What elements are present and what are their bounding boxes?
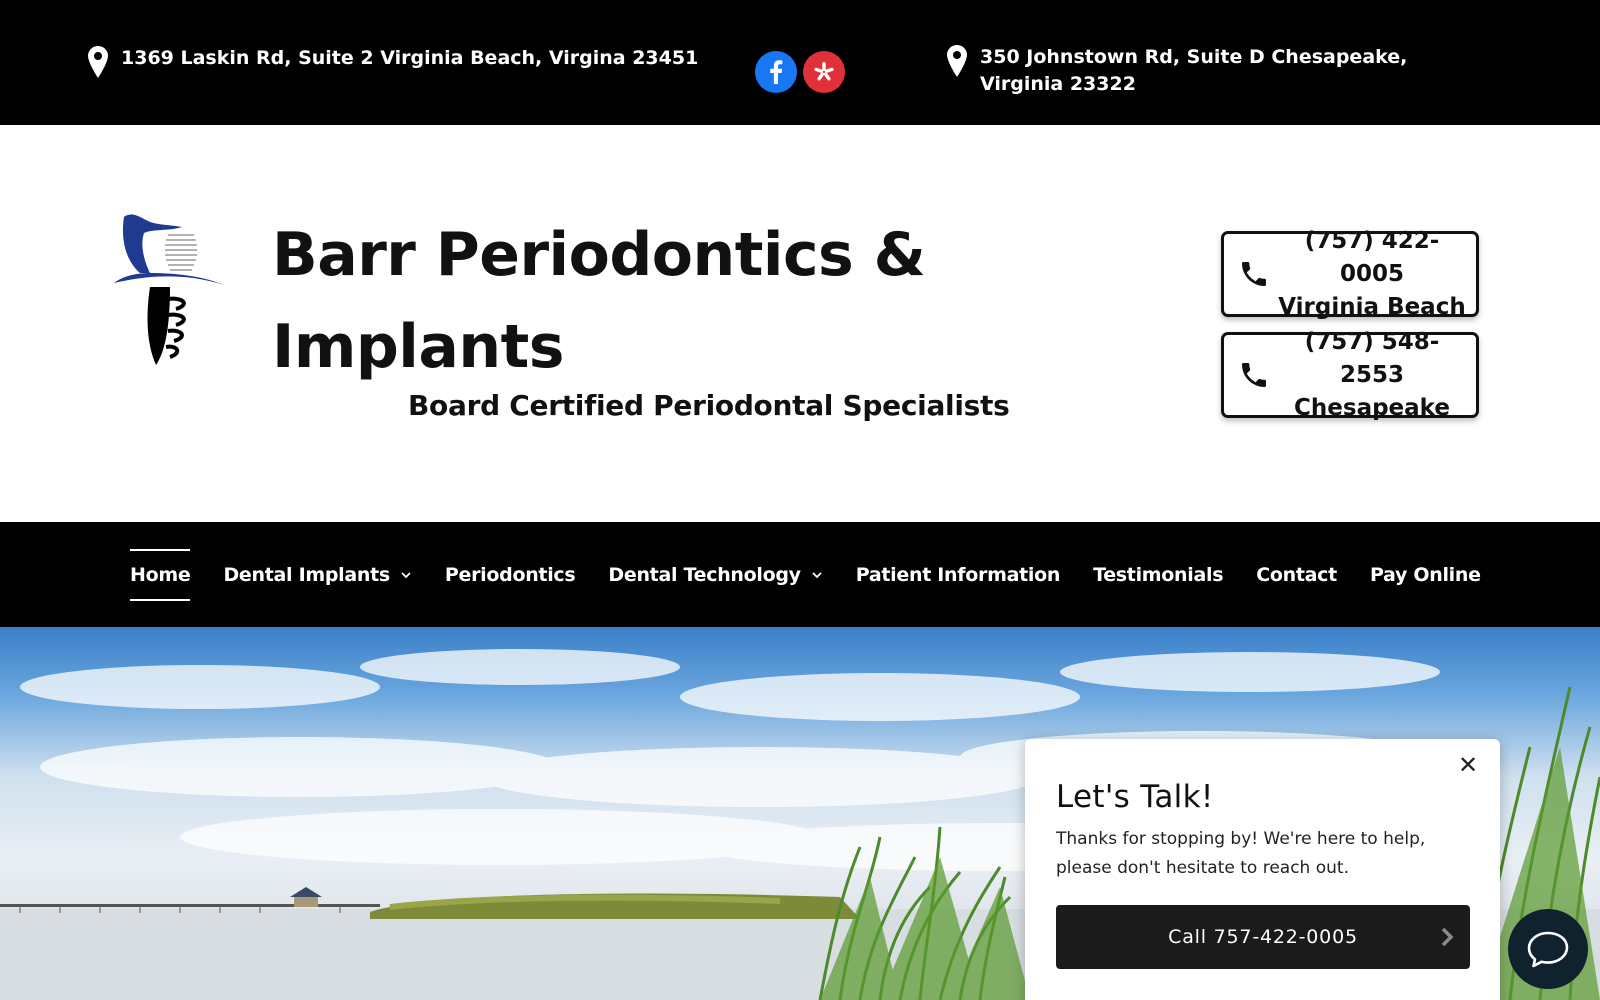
nav-label: Pay Online [1369, 563, 1481, 586]
nav-item-home[interactable]: Home [130, 548, 191, 601]
call-button-label: Call 757-422-0005 [1168, 926, 1358, 948]
nav-label: Dental Technology [608, 563, 801, 586]
chat-message: Thanks for stopping by! We're here to he… [1056, 829, 1426, 878]
phone-location: Chesapeake [1294, 394, 1450, 421]
address-text: 1369 Laskin Rd, Suite 2 Virginia Beach, … [121, 47, 699, 69]
brand-subtitle: Board Certified Periodontal Specialists [408, 389, 1010, 422]
nav-label: Home [130, 563, 191, 586]
nav-label: Periodontics [444, 563, 576, 586]
facebook-icon [770, 60, 783, 84]
chat-popup: ✕ Let's Talk! Thanks for stopping by! We… [1025, 739, 1500, 1000]
address-text: 350 Johnstown Rd, Suite D Chesapeake, Vi… [980, 46, 1408, 95]
phone-icon [1242, 363, 1266, 387]
nav-item-periodontics[interactable]: Periodontics [445, 549, 576, 601]
tooth-implant-logo[interactable] [110, 203, 230, 373]
phone-text: (757) 548-2553 Chesapeake [1274, 326, 1476, 425]
yelp-button[interactable] [803, 51, 845, 93]
phone-location: Virginia Beach [1278, 293, 1466, 320]
chat-bubble-icon [1527, 931, 1569, 968]
phone-text: (757) 422-0005 Virginia Beach [1274, 225, 1476, 324]
nav-item-contact[interactable]: Contact [1256, 549, 1337, 601]
nav-item-pay-online[interactable]: Pay Online [1370, 549, 1481, 601]
phone-number: (757) 548-2553 [1304, 328, 1440, 388]
chevron-right-icon [1441, 927, 1454, 947]
yelp-icon [814, 62, 834, 81]
phone-button-virginia-beach[interactable]: (757) 422-0005 Virginia Beach [1221, 228, 1479, 320]
chevron-down-icon [812, 571, 822, 578]
main-nav: Home Dental Implants Periodontics Dental… [0, 522, 1600, 627]
nav-items: Home Dental Implants Periodontics Dental… [130, 522, 1514, 627]
nav-item-patient-information[interactable]: Patient Information [855, 549, 1061, 601]
map-pin-icon [947, 45, 967, 77]
nav-item-testimonials[interactable]: Testimonials [1093, 549, 1223, 601]
site-header: Barr Periodontics & Implants Board Certi… [0, 125, 1600, 522]
brand-title[interactable]: Barr Periodontics & Implants [272, 209, 972, 393]
address-virginia-beach[interactable]: 1369 Laskin Rd, Suite 2 Virginia Beach, … [87, 45, 698, 79]
phone-icon [1242, 262, 1266, 286]
facebook-button[interactable] [755, 51, 797, 93]
nav-label: Patient Information [855, 563, 1061, 586]
nav-item-dental-technology[interactable]: Dental Technology [608, 549, 822, 601]
chat-title: Let's Talk! [1056, 779, 1214, 815]
map-pin-icon [88, 46, 108, 78]
phone-button-chesapeake[interactable]: (757) 548-2553 Chesapeake [1221, 329, 1479, 421]
top-bar: 1369 Laskin Rd, Suite 2 Virginia Beach, … [0, 0, 1600, 125]
address-chesapeake[interactable]: 350 Johnstown Rd, Suite D Chesapeake, Vi… [946, 44, 1486, 98]
call-button[interactable]: Call 757-422-0005 [1056, 905, 1470, 969]
chat-bubble-button[interactable] [1508, 909, 1588, 989]
chevron-down-icon [401, 571, 411, 578]
nav-item-dental-implants[interactable]: Dental Implants [223, 549, 411, 601]
close-icon[interactable]: ✕ [1454, 751, 1482, 779]
phone-number: (757) 422-0005 [1304, 227, 1440, 287]
nav-label: Contact [1256, 563, 1337, 586]
nav-label: Testimonials [1093, 563, 1224, 586]
nav-label: Dental Implants [223, 563, 390, 586]
